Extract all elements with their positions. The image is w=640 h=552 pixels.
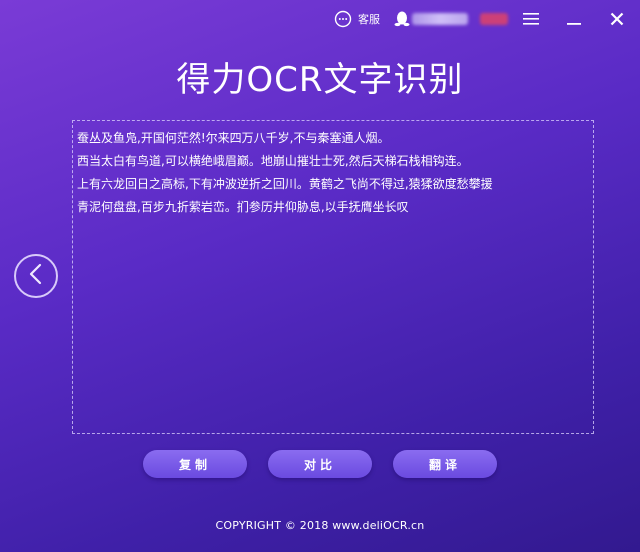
minimize-icon[interactable]	[563, 8, 585, 30]
chevron-left-icon	[28, 263, 44, 289]
customer-service-button[interactable]: 客服	[334, 10, 380, 28]
blurred-username	[412, 13, 468, 25]
back-button[interactable]	[14, 254, 58, 298]
result-line: 青泥何盘盘,百步九折萦岩峦。扪参历井仰胁息,以手抚膺坐长叹	[77, 200, 409, 214]
result-line: 蚕丛及鱼凫,开国何茫然!尔来四万八千岁,不与秦塞通人烟。	[77, 131, 390, 145]
chat-bubble-icon	[334, 10, 352, 28]
title-bar: 客服	[0, 0, 640, 40]
qq-penguin-icon[interactable]	[394, 10, 410, 28]
ocr-app-window: 客服 得力OCR文字识别 蚕丛及鱼凫,开国何茫然!尔来四万八千岁,不与秦塞通人烟…	[0, 0, 640, 552]
copyright-footer: COPYRIGHT © 2018 www.deliOCR.cn	[215, 519, 425, 532]
app-title: 得力OCR文字识别	[176, 60, 464, 100]
hamburger-menu-icon[interactable]	[520, 8, 542, 30]
result-line: 上有六龙回日之高标,下有冲波逆折之回川。黄鹤之飞尚不得过,猿猱欲度愁攀援	[77, 177, 493, 191]
translate-button[interactable]: 翻译	[393, 450, 497, 478]
blurred-badge	[480, 13, 508, 25]
close-icon[interactable]	[606, 8, 628, 30]
result-line: 西当太白有鸟道,可以横绝峨眉巅。地崩山摧壮士死,然后天梯石栈相钩连。	[77, 154, 469, 168]
customer-service-label: 客服	[358, 13, 380, 26]
recognition-result-textarea[interactable]: 蚕丛及鱼凫,开国何茫然!尔来四万八千岁,不与秦塞通人烟。 西当太白有鸟道,可以横…	[72, 120, 594, 434]
compare-button[interactable]: 对比	[268, 450, 372, 478]
copy-button[interactable]: 复制	[143, 450, 247, 478]
